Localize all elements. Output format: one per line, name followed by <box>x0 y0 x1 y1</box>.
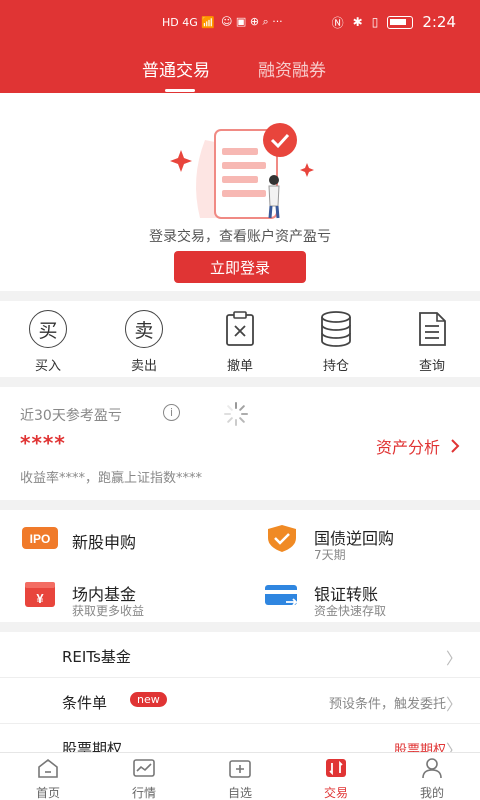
pnl-title: 近30天参考盈亏 <box>20 408 122 424</box>
ipo-icon: IPO <box>22 527 58 549</box>
login-illustration <box>170 123 314 219</box>
reverse-repo-desc: 7天期 <box>314 548 346 562</box>
svg-text:IPO: IPO <box>30 532 51 546</box>
feature-list: REITs基金 〉 条件单 new 预设条件，触发委托 〉 股票期权 股票期权 … <box>0 632 480 754</box>
conditional-order-label: 条件单 <box>62 694 108 712</box>
clock: 2:24 <box>422 13 456 31</box>
status-left-icons: HD 4G 📶 ☺ ▣ ⊕ ⌕ ··· <box>162 15 283 29</box>
watchlist-icon <box>229 760 251 778</box>
login-hint: 登录交易，查看账户资产盈亏 <box>149 229 331 245</box>
reverse-repo[interactable]: 国债逆回购 7天期 <box>264 518 464 562</box>
bottom-tabbar: 首页 行情 自选 交易 我的 <box>0 752 480 800</box>
tab-market[interactable]: 行情 <box>114 757 174 800</box>
nfc-icon: Ⓝ <box>331 15 344 30</box>
status-right: Ⓝ ✱ ▯ 2:24 <box>332 13 456 31</box>
new-badge: new <box>130 692 167 707</box>
battery-icon <box>387 15 414 29</box>
tab-margin-trade[interactable]: 融资融券 <box>258 56 326 81</box>
services-card: IPO 新股申购 国债逆回购 7天期 ¥ 场内基金 获取更多收益 银证转账 资金… <box>0 510 480 622</box>
header: HD 4G 📶 ☺ ▣ ⊕ ⌕ ··· Ⓝ ✱ ▯ 2:24 普通交易 融资融券 <box>0 0 480 93</box>
login-button[interactable]: 立即登录 <box>174 251 306 283</box>
sell-label: 卖出 <box>130 359 157 374</box>
positions-button[interactable]: 持仓 <box>301 309 371 374</box>
bank-transfer-desc: 资金快速存取 <box>314 604 387 618</box>
asset-analysis-link[interactable]: 资产分析 <box>376 434 460 458</box>
status-icons-text: HD 4G 📶 <box>162 15 215 29</box>
svg-text:¥: ¥ <box>36 591 44 606</box>
tab-profile[interactable]: 我的 <box>402 757 462 800</box>
tab-market-label: 行情 <box>131 786 156 800</box>
trade-actions: 买 买入 卖 卖出 撤单 持仓 查询 <box>0 301 480 377</box>
bank-card-icon <box>265 585 299 606</box>
active-tab-indicator <box>165 89 195 92</box>
tab-home[interactable]: 首页 <box>18 757 78 800</box>
tab-watchlist[interactable]: 自选 <box>210 757 270 800</box>
cancel-order-icon <box>220 309 260 349</box>
buy-label: 买入 <box>34 359 61 374</box>
exchange-fund-desc: 获取更多收益 <box>72 604 145 618</box>
list-item-reits[interactable]: REITs基金 〉 <box>0 632 480 678</box>
asset-analysis-label: 资产分析 <box>375 438 440 457</box>
pnl-subtitle: 收益率****，跑赢上证指数**** <box>20 471 203 486</box>
trade-type-tabs: 普通交易 融资融券 <box>0 56 480 93</box>
list-item-conditional-order[interactable]: 条件单 new 预设条件，触发委托 〉 <box>0 678 480 724</box>
tab-trade[interactable]: 交易 <box>306 757 366 800</box>
positions-label: 持仓 <box>322 359 349 374</box>
info-icon[interactable]: i <box>163 404 180 421</box>
notification-icons: ☺ ▣ ⊕ ⌕ ··· <box>220 15 283 28</box>
cancel-order-button[interactable]: 撤单 <box>205 309 275 374</box>
login-card: 登录交易，查看账户资产盈亏 立即登录 <box>0 93 480 291</box>
chevron-right-icon <box>451 439 460 453</box>
fund-icon: ¥ <box>25 582 55 607</box>
tab-normal-trade[interactable]: 普通交易 <box>142 56 210 81</box>
pnl-masked-value: **** <box>20 431 66 455</box>
cancel-order-label: 撤单 <box>226 359 253 374</box>
sell-button[interactable]: 卖 卖出 <box>109 309 179 374</box>
chevron-right-icon: 〉 <box>445 649 462 668</box>
tab-home-label: 首页 <box>35 786 60 800</box>
buy-icon: 买 <box>28 309 68 349</box>
chevron-right-icon: 〉 <box>445 695 462 714</box>
chart-icon <box>133 759 155 777</box>
exchange-fund[interactable]: ¥ 场内基金 获取更多收益 <box>22 574 222 618</box>
pnl-card[interactable]: 近30天参考盈亏 i **** 资产分析 收益率****，跑赢上证指数**** <box>0 387 480 500</box>
list-item-stock-options[interactable]: 股票期权 股票期权 〉 <box>0 724 480 754</box>
buy-button[interactable]: 买 买入 <box>13 309 83 374</box>
sell-icon: 卖 <box>124 309 164 349</box>
home-icon <box>38 758 58 778</box>
conditional-order-desc: 预设条件，触发委托 <box>328 697 446 712</box>
bluetooth-icon: ✱ <box>352 15 363 29</box>
loading-spinner-icon <box>224 402 248 426</box>
bank-transfer[interactable]: 银证转账 资金快速存取 <box>264 574 464 618</box>
status-bar: HD 4G 📶 ☺ ▣ ⊕ ⌕ ··· Ⓝ ✱ ▯ 2:24 <box>0 0 480 44</box>
ipo-subscribe[interactable]: IPO 新股申购 <box>22 518 222 562</box>
tab-profile-label: 我的 <box>419 786 444 800</box>
database-icon <box>316 309 356 349</box>
vibrate-icon: ▯ <box>371 15 379 29</box>
query-label: 查询 <box>418 359 445 374</box>
reits-label: REITs基金 <box>62 648 131 666</box>
trade-icon <box>326 759 346 777</box>
document-icon <box>412 309 452 349</box>
tab-watchlist-label: 自选 <box>227 786 252 800</box>
ipo-label: 新股申购 <box>72 533 137 552</box>
tab-trade-label: 交易 <box>323 786 348 800</box>
query-button[interactable]: 查询 <box>397 309 467 374</box>
shield-check-icon <box>268 525 296 552</box>
user-icon <box>422 758 442 779</box>
